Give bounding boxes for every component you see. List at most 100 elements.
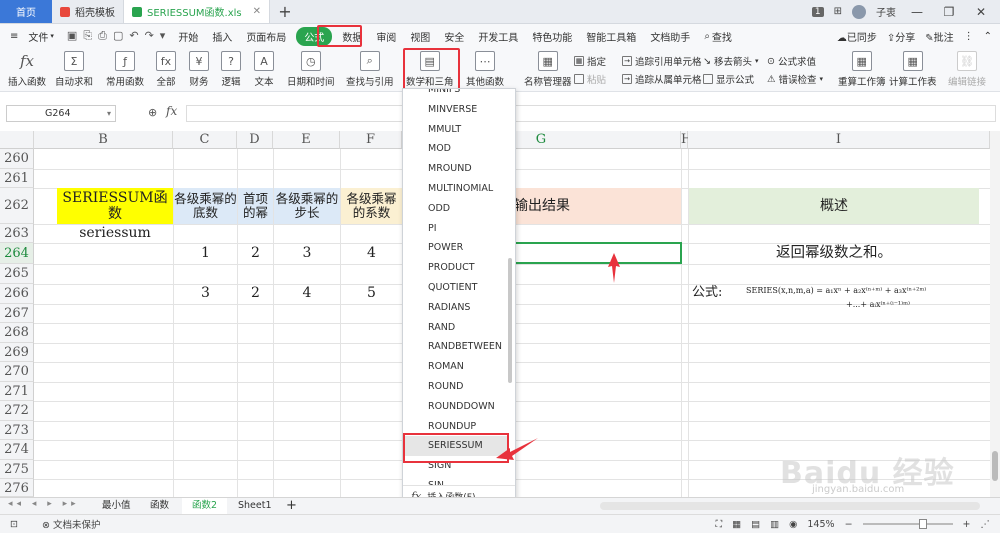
export-icon[interactable]: ⎘ bbox=[83, 29, 92, 43]
evaluate-formula-button[interactable]: ⊙ 公式求值 bbox=[767, 54, 816, 69]
sheet-tab-functions[interactable]: 函数 bbox=[140, 498, 179, 514]
cell-f264[interactable]: 4 bbox=[341, 243, 402, 264]
calc-sheet-button[interactable]: ▦ 计算工作表 bbox=[889, 51, 937, 88]
row-header-267[interactable]: 267 bbox=[0, 303, 34, 323]
show-formulas-button[interactable]: 显示公式 bbox=[703, 72, 754, 86]
trace-precedents-button[interactable]: → 追踪引用单元格 bbox=[622, 54, 702, 68]
cell-d264[interactable]: 2 bbox=[238, 243, 273, 264]
name-manager-button[interactable]: ▦ 名称管理器 bbox=[524, 51, 572, 88]
zoom-slider-handle[interactable] bbox=[918, 519, 927, 529]
sheet-tab-sheet1[interactable]: Sheet1 bbox=[228, 498, 282, 514]
cell-f266[interactable]: 5 bbox=[341, 284, 402, 304]
normal-view-icon[interactable]: ▦ bbox=[732, 519, 741, 530]
column-header-i[interactable]: I bbox=[688, 131, 990, 149]
row-header-269[interactable]: 269 bbox=[0, 342, 34, 362]
function-item-round[interactable]: ROUND bbox=[403, 377, 509, 397]
close-tab-icon[interactable]: ✕ bbox=[253, 6, 261, 17]
function-item-multinomial[interactable]: MULTINOMIAL bbox=[403, 179, 509, 199]
annotate-button[interactable]: ✎批注 bbox=[925, 29, 953, 44]
row-header-264[interactable]: 264 bbox=[0, 243, 34, 264]
avatar[interactable] bbox=[852, 4, 866, 19]
datetime-button[interactable]: ◷ 日期和时间 bbox=[287, 51, 335, 88]
menu-doc-assistant[interactable]: 文档助手 bbox=[643, 29, 697, 44]
cell-e262[interactable]: 各级乘幂的步长 bbox=[274, 188, 340, 224]
protect-status[interactable]: ⊗ 文档未保护 bbox=[42, 517, 101, 531]
logical-button[interactable]: ? 逻辑 bbox=[221, 51, 241, 88]
menu-smart-toolbox[interactable]: 智能工具箱 bbox=[579, 29, 643, 44]
menu-features[interactable]: 特色功能 bbox=[525, 29, 579, 44]
function-item-mmult[interactable]: MMULT bbox=[403, 120, 509, 140]
share-button[interactable]: ⇪分享 bbox=[887, 29, 915, 44]
row-header-268[interactable]: 268 bbox=[0, 323, 34, 343]
sheet-tab-min[interactable]: 最小值 bbox=[92, 498, 141, 514]
search-button[interactable]: ⌕ 查找 bbox=[697, 29, 739, 44]
cell-b263[interactable]: seriessum bbox=[57, 224, 173, 243]
zoom-in-icon[interactable]: + bbox=[963, 519, 971, 530]
page-badge[interactable]: 1 bbox=[811, 6, 824, 17]
menu-review[interactable]: 审阅 bbox=[369, 29, 403, 44]
trace-dependents-button[interactable]: → 追踪从属单元格 bbox=[622, 72, 702, 86]
chevron-down-icon[interactable]: ▾ bbox=[107, 106, 111, 121]
cell-i264[interactable]: 返回幂级数之和。 bbox=[689, 238, 979, 268]
lookup-button[interactable]: ⌕ 查找与引用 bbox=[346, 51, 394, 88]
home-tab[interactable]: 首页 bbox=[0, 0, 52, 23]
restore-icon[interactable]: ❐ bbox=[938, 5, 960, 19]
more-icon[interactable]: ▾ bbox=[160, 29, 166, 43]
macro-icon[interactable]: ⊡ bbox=[10, 519, 18, 530]
cell-i266-label[interactable]: 公式: bbox=[692, 284, 742, 304]
formula-input[interactable] bbox=[186, 105, 996, 122]
cell-i262[interactable]: 概述 bbox=[689, 188, 979, 224]
cell-c262[interactable]: 各级乘幂的底数 bbox=[174, 188, 237, 224]
name-box[interactable]: G264 ▾ bbox=[6, 105, 116, 122]
sheet-tab-functions2[interactable]: 函数2 bbox=[182, 498, 228, 514]
collapse-ribbon-icon[interactable]: ⌃ bbox=[984, 31, 992, 42]
autosum-button[interactable]: Σ 自动求和 bbox=[55, 51, 93, 88]
text-functions-button[interactable]: A 文本 bbox=[254, 51, 274, 88]
cell-d262[interactable]: 首项的幂 bbox=[238, 188, 273, 224]
function-item-minifs[interactable]: MINIFS bbox=[403, 89, 509, 100]
financial-button[interactable]: ¥ 财务 bbox=[189, 51, 209, 88]
menu-security[interactable]: 安全 bbox=[437, 29, 471, 44]
remove-arrows-button[interactable]: ↘ 移去箭头 ▾ bbox=[703, 54, 759, 69]
row-header-276[interactable]: 276 bbox=[0, 479, 34, 497]
save-icon[interactable]: ▣ bbox=[67, 29, 77, 43]
common-functions-button[interactable]: ƒ 常用函数 bbox=[106, 51, 144, 88]
vertical-scrollbar[interactable] bbox=[990, 131, 1000, 497]
menu-view[interactable]: 视图 bbox=[403, 29, 437, 44]
cell-b262[interactable]: SERIESSUM函数 bbox=[57, 188, 173, 224]
function-item-roman[interactable]: ROMAN bbox=[403, 357, 509, 377]
other-functions-button[interactable]: ⋯ 其他函数 bbox=[466, 51, 504, 88]
column-header-h[interactable]: H bbox=[681, 131, 692, 149]
fullscreen-icon[interactable]: ⛶ bbox=[715, 519, 722, 530]
function-item-randbetween[interactable]: RANDBETWEEN bbox=[403, 337, 509, 357]
column-header-f[interactable]: F bbox=[340, 131, 402, 149]
error-checking-button[interactable]: ⚠ 错误检查 ▾ bbox=[767, 72, 823, 87]
zoom-search-icon[interactable]: ⊕ bbox=[148, 106, 157, 119]
fx-icon[interactable]: fx bbox=[166, 104, 177, 118]
cell-d266[interactable]: 2 bbox=[238, 284, 273, 304]
function-item-minverse[interactable]: MINVERSE bbox=[403, 100, 509, 120]
file-tab[interactable]: SERIESSUM函数.xls ✕ bbox=[124, 0, 270, 23]
function-item-odd[interactable]: ODD bbox=[403, 199, 509, 219]
function-item-power[interactable]: POWER bbox=[403, 238, 509, 258]
cell-e264[interactable]: 3 bbox=[274, 243, 340, 264]
preview-icon[interactable]: ▢ bbox=[113, 29, 123, 43]
column-header-b[interactable]: B bbox=[34, 131, 173, 149]
close-window-icon[interactable]: ✕ bbox=[970, 5, 992, 19]
redo-icon[interactable]: ↷ bbox=[145, 29, 154, 43]
zoom-slider[interactable] bbox=[862, 519, 953, 529]
page-break-icon[interactable]: ▥ bbox=[770, 519, 779, 530]
function-item-pi[interactable]: PI bbox=[403, 219, 509, 239]
row-header-274[interactable]: 274 bbox=[0, 440, 34, 460]
function-item-radians[interactable]: RADIANS bbox=[403, 298, 509, 318]
all-functions-button[interactable]: fx 全部 bbox=[156, 51, 176, 88]
row-header-266[interactable]: 266 bbox=[0, 283, 34, 304]
row-header-261[interactable]: 261 bbox=[0, 168, 34, 188]
function-item-mod[interactable]: MOD bbox=[403, 139, 509, 159]
row-header-270[interactable]: 270 bbox=[0, 362, 34, 382]
row-header-273[interactable]: 273 bbox=[0, 420, 34, 440]
zoom-level[interactable]: 145% bbox=[807, 519, 834, 530]
row-header-262[interactable]: 262 bbox=[0, 188, 34, 224]
select-all-corner[interactable] bbox=[0, 131, 34, 149]
column-header-d[interactable]: D bbox=[237, 131, 273, 149]
